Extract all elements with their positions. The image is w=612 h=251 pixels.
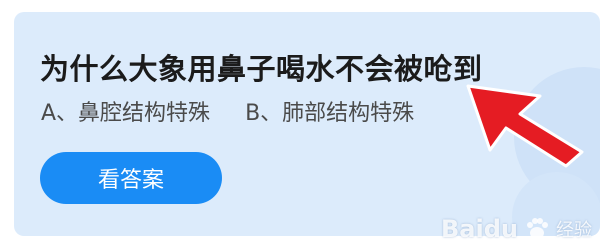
options-row: A、鼻腔结构特殊 B、肺部结构特殊	[41, 95, 414, 127]
option-b[interactable]: B、肺部结构特殊	[245, 101, 414, 126]
baidu-paw-icon	[527, 218, 548, 239]
watermark-brand: Baidu	[441, 215, 518, 243]
question-title: 为什么大象用鼻子喝水不会被呛到	[40, 52, 483, 86]
quiz-card: 为什么大象用鼻子喝水不会被呛到 A、鼻腔结构特殊 B、肺部结构特殊 看答案	[14, 12, 600, 236]
show-answer-button[interactable]: 看答案	[40, 152, 222, 204]
watermark-sub: 经验	[556, 220, 592, 241]
watermark: Baidu 经验	[441, 215, 592, 243]
option-a[interactable]: A、鼻腔结构特殊	[41, 101, 210, 126]
